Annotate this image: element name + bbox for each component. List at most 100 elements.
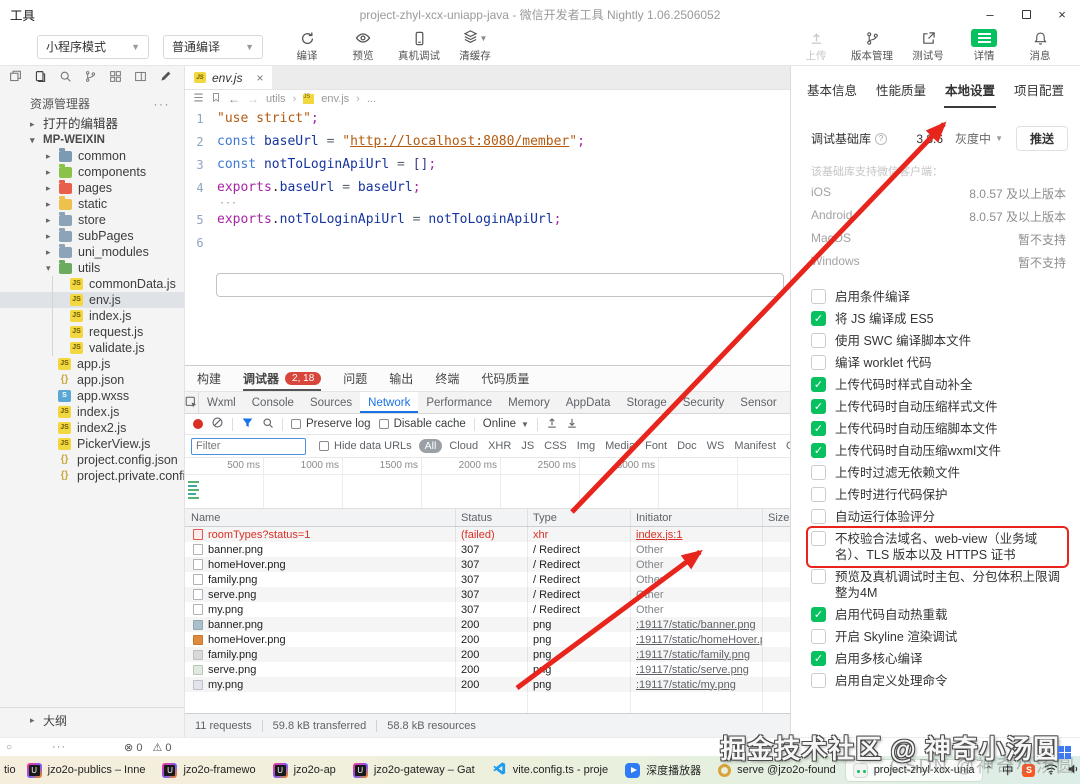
version-control-button[interactable]: 版本管理 (849, 30, 895, 63)
request-initiator[interactable]: :19117/static/family.png (636, 649, 750, 661)
tree-item[interactable]: JS index.js (0, 404, 184, 420)
devtools-tab[interactable]: 问题 (343, 366, 367, 391)
setting-row[interactable]: ✓ 使用 SWC 编译脚本文件 (811, 333, 1064, 349)
column-header-initiator[interactable]: Initiator (630, 512, 762, 524)
split-editor-icon[interactable] (9, 70, 22, 86)
filter-type[interactable]: WS (707, 440, 725, 452)
column-header-name[interactable]: Name (185, 512, 455, 524)
outline-section[interactable]: ▸ 大纲 (0, 707, 184, 733)
import-har-icon[interactable] (546, 417, 558, 432)
tree-item[interactable]: ▸ components (0, 164, 184, 180)
hide-data-urls-checkbox[interactable]: Hide data URLs (319, 440, 412, 452)
checkbox[interactable]: ✓ (811, 443, 826, 458)
checkbox[interactable]: ✓ (811, 569, 826, 584)
tree-item[interactable]: ▸ common (0, 148, 184, 164)
taskbar-item-idea-api[interactable]: jzo2o-ap (266, 760, 343, 781)
details-tab[interactable]: 基本信息 (807, 80, 857, 108)
column-header-status[interactable]: Status (455, 512, 527, 524)
inspector-tab[interactable]: Network (360, 392, 418, 413)
filter-type[interactable]: Font (645, 440, 667, 452)
search-icon[interactable] (59, 70, 72, 86)
filter-input[interactable] (191, 438, 306, 455)
close-button[interactable]: × (1044, 0, 1080, 28)
tree-item[interactable]: ▸ store (0, 212, 184, 228)
checkbox[interactable]: ✓ (811, 531, 826, 546)
problems-indicator[interactable]: ⊗ 0 ⚠ 0 (124, 741, 171, 754)
tree-item[interactable]: JS env.js (0, 292, 184, 308)
taskbar-item-idea-publics[interactable]: jzo2o-publics – Inne (20, 760, 153, 781)
request-initiator[interactable]: :19117/static/serve.png (636, 664, 749, 676)
setting-row[interactable]: ✓ 上传代码时自动压缩脚本文件 (811, 421, 1064, 437)
network-row[interactable]: family.png 200 png :19117/static/family.… (185, 647, 790, 662)
devtools-tab[interactable]: 终端 (435, 366, 459, 391)
checkbox[interactable]: ✓ (811, 377, 826, 392)
tree-item[interactable]: ▸ static (0, 196, 184, 212)
setting-row[interactable]: ✓ 将 JS 编译成 ES5 (811, 311, 1064, 327)
network-row[interactable]: my.png 200 png :19117/static/my.png (185, 677, 790, 692)
network-row[interactable]: serve.png 307 / Redirect Other (185, 587, 790, 602)
fold-indicator[interactable]: ··· (185, 199, 790, 208)
details-tab[interactable]: 本地设置 (945, 80, 995, 108)
setting-row[interactable]: ✓ 启用多核心编译 (811, 651, 1064, 667)
inspector-tab[interactable]: AppData (558, 392, 619, 413)
inspector-tab[interactable]: Memory (500, 392, 558, 413)
tree-item[interactable]: ▸ subPages (0, 228, 184, 244)
request-initiator[interactable]: Other (636, 574, 664, 586)
inspector-tab[interactable]: Sources (302, 392, 360, 413)
setting-row[interactable]: ✓ 上传代码时样式自动补全 (811, 377, 1064, 393)
editor-tab-envjs[interactable]: JS env.js × (185, 66, 272, 89)
network-row[interactable]: serve.png 200 png :19117/static/serve.pn… (185, 662, 790, 677)
network-row[interactable]: banner.png 200 png :19117/static/banner.… (185, 617, 790, 632)
filter-type[interactable]: Cloud (449, 440, 478, 452)
tree-item[interactable]: ▸ 打开的编辑器 (0, 116, 184, 132)
devtools-tab[interactable]: 构建 (197, 366, 221, 391)
disable-cache-checkbox[interactable]: Disable cache (379, 418, 466, 430)
nav-forward-icon[interactable]: → (247, 92, 259, 106)
messages-button[interactable]: 消息 (1017, 30, 1063, 63)
network-row[interactable]: homeHover.png 200 png :19117/static/home… (185, 632, 790, 647)
tree-item[interactable]: JS commonData.js (0, 276, 184, 292)
search-icon[interactable] (262, 417, 274, 432)
checkbox[interactable]: ✓ (811, 333, 826, 348)
setting-row[interactable]: ✓ 启用自定义处理命令 (811, 673, 1064, 689)
details-button[interactable]: 详情 (961, 30, 1007, 63)
setting-row[interactable]: ✓ 启用代码自动热重载 (811, 607, 1064, 623)
network-row[interactable]: banner.png 307 / Redirect Other (185, 542, 790, 557)
tree-item[interactable]: JS PickerView.js (0, 436, 184, 452)
throttling-dropdown[interactable]: Online▼ (483, 418, 529, 430)
inspector-tab[interactable]: Performance (418, 392, 500, 413)
checkbox[interactable]: ✓ (811, 509, 826, 524)
taskbar-item-serve[interactable]: serve @jzo2o-found (711, 761, 843, 780)
layout-grid-icon[interactable] (109, 70, 122, 86)
setting-row[interactable]: ✓ 编译 worklet 代码 (811, 355, 1064, 371)
setting-row[interactable]: ✓ 预览及真机调试时主包、分包体积上限调整为4M (811, 569, 1064, 601)
help-icon[interactable]: ? (875, 133, 887, 145)
clear-cache-button[interactable]: ▼ 清缓存 (452, 30, 498, 63)
checkbox[interactable]: ✓ (811, 289, 826, 304)
preserve-log-checkbox[interactable]: Preserve log (291, 418, 371, 430)
wifi-icon[interactable] (1044, 763, 1058, 778)
pen-icon[interactable] (159, 70, 172, 86)
filter-type[interactable]: Doc (677, 440, 697, 452)
window-split-icon[interactable] (134, 70, 147, 86)
remote-status-icon[interactable]: ○ (6, 742, 12, 753)
mode-dropdown[interactable]: 小程序模式▼ (37, 35, 149, 59)
breadcrumb-file[interactable]: env.js (321, 93, 349, 105)
details-tab[interactable]: 项目配置 (1014, 80, 1064, 108)
taskbar-item-wechat-devtools[interactable]: project-zhyl-xcx-unia (846, 760, 982, 781)
code-area[interactable]: 1 "use strict"; 2 const baseUrl = "http:… (185, 107, 790, 254)
network-row[interactable]: family.png 307 / Redirect Other (185, 572, 790, 587)
tree-item[interactable]: {} project.config.json (0, 452, 184, 468)
tray-expand-icon[interactable]: ⌃ (985, 765, 993, 776)
filter-type[interactable]: JS (521, 440, 534, 452)
channel-dropdown[interactable]: 灰度中▼ (955, 130, 1003, 147)
tree-item[interactable]: ▾ MP-WEIXIN (0, 132, 184, 148)
inspector-tab[interactable]: Wxml (199, 392, 244, 413)
checkbox[interactable]: ✓ (811, 487, 826, 502)
compile-button[interactable]: 编译 (284, 30, 330, 63)
test-account-button[interactable]: 测试号 (905, 30, 951, 63)
filter-type[interactable]: Media (605, 440, 635, 452)
checkbox[interactable]: ✓ (811, 399, 826, 414)
outline-list-icon[interactable] (193, 92, 204, 106)
filter-all-pill[interactable]: All (419, 439, 443, 453)
